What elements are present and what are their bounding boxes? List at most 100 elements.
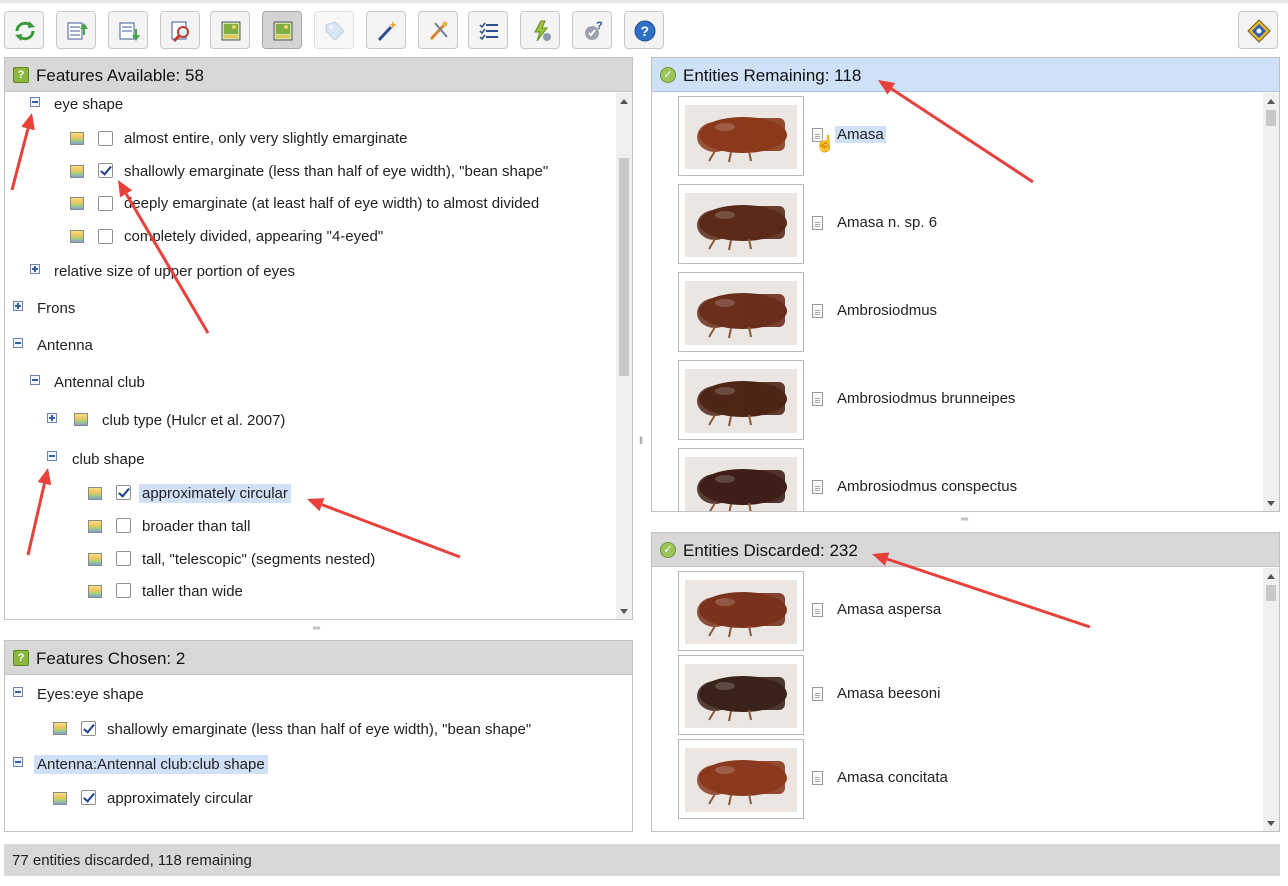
image-icon[interactable]: [74, 413, 88, 426]
scrollbar[interactable]: [1263, 93, 1279, 511]
image-icon[interactable]: [88, 520, 102, 533]
show-thumbnails-button[interactable]: [262, 11, 302, 49]
entity-name[interactable]: Amasa: [835, 126, 886, 143]
vertical-splitter[interactable]: ‖: [639, 436, 643, 447]
checkbox[interactable]: [98, 196, 113, 211]
image-icon[interactable]: [53, 792, 67, 805]
show-images-button[interactable]: [210, 11, 250, 49]
image-icon[interactable]: [88, 553, 102, 566]
checkbox-checked[interactable]: [116, 485, 131, 500]
document-icon[interactable]: [812, 687, 823, 701]
scroll-up-icon[interactable]: [1267, 574, 1275, 579]
checkbox[interactable]: [116, 551, 131, 566]
scroll-down-icon[interactable]: [620, 609, 628, 614]
entity-name[interactable]: Ambrosiodmus: [837, 302, 937, 319]
checkbox[interactable]: [116, 583, 131, 598]
scroll-down-icon[interactable]: [1267, 821, 1275, 826]
horizontal-splitter[interactable]: ═: [961, 514, 968, 525]
collapse-icon[interactable]: [30, 375, 40, 385]
entity-name[interactable]: Ambrosiodmus brunneipes: [837, 390, 1015, 407]
checkbox-checked[interactable]: [81, 790, 96, 805]
entity-thumbnail[interactable]: [678, 655, 804, 735]
scroll-thumb[interactable]: [619, 158, 629, 376]
collapse-icon[interactable]: [47, 451, 57, 461]
state-label[interactable]: deeply emarginate (at least half of eye …: [124, 195, 539, 212]
document-icon[interactable]: [812, 771, 823, 785]
collapse-icon[interactable]: [13, 687, 23, 697]
tree-node-club-type[interactable]: club type (Hulcr et al. 2007): [102, 412, 285, 429]
entity-thumbnail[interactable]: [678, 448, 804, 511]
expand-icon[interactable]: [13, 301, 23, 311]
chosen-state-label[interactable]: shallowly emarginate (less than half of …: [107, 721, 531, 738]
entity-thumbnail[interactable]: [678, 96, 804, 176]
state-label-selected[interactable]: approximately circular: [139, 484, 291, 503]
find-button[interactable]: [160, 11, 200, 49]
image-icon[interactable]: [70, 197, 84, 210]
checkbox[interactable]: [116, 518, 131, 533]
tree-node-eye-shape[interactable]: eye shape: [54, 96, 123, 113]
document-icon[interactable]: [812, 392, 823, 406]
entity-name[interactable]: Amasa beesoni: [837, 685, 940, 702]
tree-node-frons[interactable]: Frons: [37, 300, 75, 317]
tree-node-antennal-club[interactable]: Antennal club: [54, 374, 145, 391]
scrollbar[interactable]: [1263, 568, 1279, 831]
entity-name[interactable]: Amasa n. sp. 6: [837, 214, 937, 231]
best-button[interactable]: [366, 11, 406, 49]
scroll-thumb[interactable]: [1266, 110, 1276, 126]
entity-name[interactable]: Ambrosiodmus conspectus: [837, 478, 1017, 495]
image-icon[interactable]: [88, 585, 102, 598]
entity-thumbnail[interactable]: [678, 571, 804, 651]
tree-node-club-shape[interactable]: club shape: [72, 451, 145, 468]
state-label[interactable]: shallowly emarginate (less than half of …: [124, 163, 548, 180]
tag-button[interactable]: [314, 11, 354, 49]
scroll-thumb[interactable]: [1266, 585, 1276, 601]
entity-thumbnail[interactable]: [678, 739, 804, 819]
checkbox-checked[interactable]: [98, 163, 113, 178]
entity-name[interactable]: Amasa concitata: [837, 769, 948, 786]
about-button[interactable]: [1238, 11, 1278, 49]
scroll-up-icon[interactable]: [1267, 99, 1275, 104]
chosen-state-label[interactable]: approximately circular: [107, 790, 253, 807]
expand-icon[interactable]: [30, 264, 40, 274]
scrollbar[interactable]: [616, 93, 632, 619]
image-icon[interactable]: [70, 165, 84, 178]
checkbox[interactable]: [98, 229, 113, 244]
entity-thumbnail[interactable]: [678, 360, 804, 440]
state-label[interactable]: tall, "telescopic" (segments nested): [142, 551, 375, 568]
entity-name[interactable]: Amasa aspersa: [837, 601, 941, 618]
image-icon[interactable]: [88, 487, 102, 500]
checkbox-checked[interactable]: [81, 721, 96, 736]
document-icon[interactable]: [812, 603, 823, 617]
checkbox[interactable]: [98, 131, 113, 146]
image-icon[interactable]: [70, 132, 84, 145]
restart-button[interactable]: [4, 11, 44, 49]
tree-node-relative-size[interactable]: relative size of upper portion of eyes: [54, 263, 295, 280]
similarities-button[interactable]: ?: [572, 11, 612, 49]
scroll-down-icon[interactable]: [1267, 501, 1275, 506]
entity-thumbnail[interactable]: [678, 184, 804, 264]
expand-icon[interactable]: [47, 413, 57, 423]
prune-button[interactable]: [418, 11, 458, 49]
document-icon[interactable]: [812, 304, 823, 318]
help-button[interactable]: ?: [624, 11, 664, 49]
collapse-icon[interactable]: [13, 338, 23, 348]
tree-node-antenna[interactable]: Antenna: [37, 337, 93, 354]
document-icon[interactable]: [812, 480, 823, 494]
entity-thumbnail[interactable]: [678, 272, 804, 352]
differences-button[interactable]: [520, 11, 560, 49]
state-label[interactable]: completely divided, appearing "4-eyed": [124, 228, 383, 245]
scroll-up-icon[interactable]: [620, 99, 628, 104]
state-label[interactable]: almost entire, only very slightly emargi…: [124, 130, 407, 147]
collapse-icon[interactable]: [30, 97, 40, 107]
chosen-feature-eye-shape[interactable]: Eyes:eye shape: [37, 686, 144, 703]
save-button[interactable]: [108, 11, 148, 49]
chosen-feature-club-shape[interactable]: Antenna:Antennal club:club shape: [34, 755, 268, 774]
image-icon[interactable]: [70, 230, 84, 243]
open-key-button[interactable]: [56, 11, 96, 49]
state-label[interactable]: taller than wide: [142, 583, 243, 600]
sort-button[interactable]: [468, 11, 508, 49]
image-icon[interactable]: [53, 722, 67, 735]
document-icon[interactable]: [812, 216, 823, 230]
horizontal-splitter[interactable]: ═: [313, 623, 320, 634]
state-label[interactable]: broader than tall: [142, 518, 250, 535]
